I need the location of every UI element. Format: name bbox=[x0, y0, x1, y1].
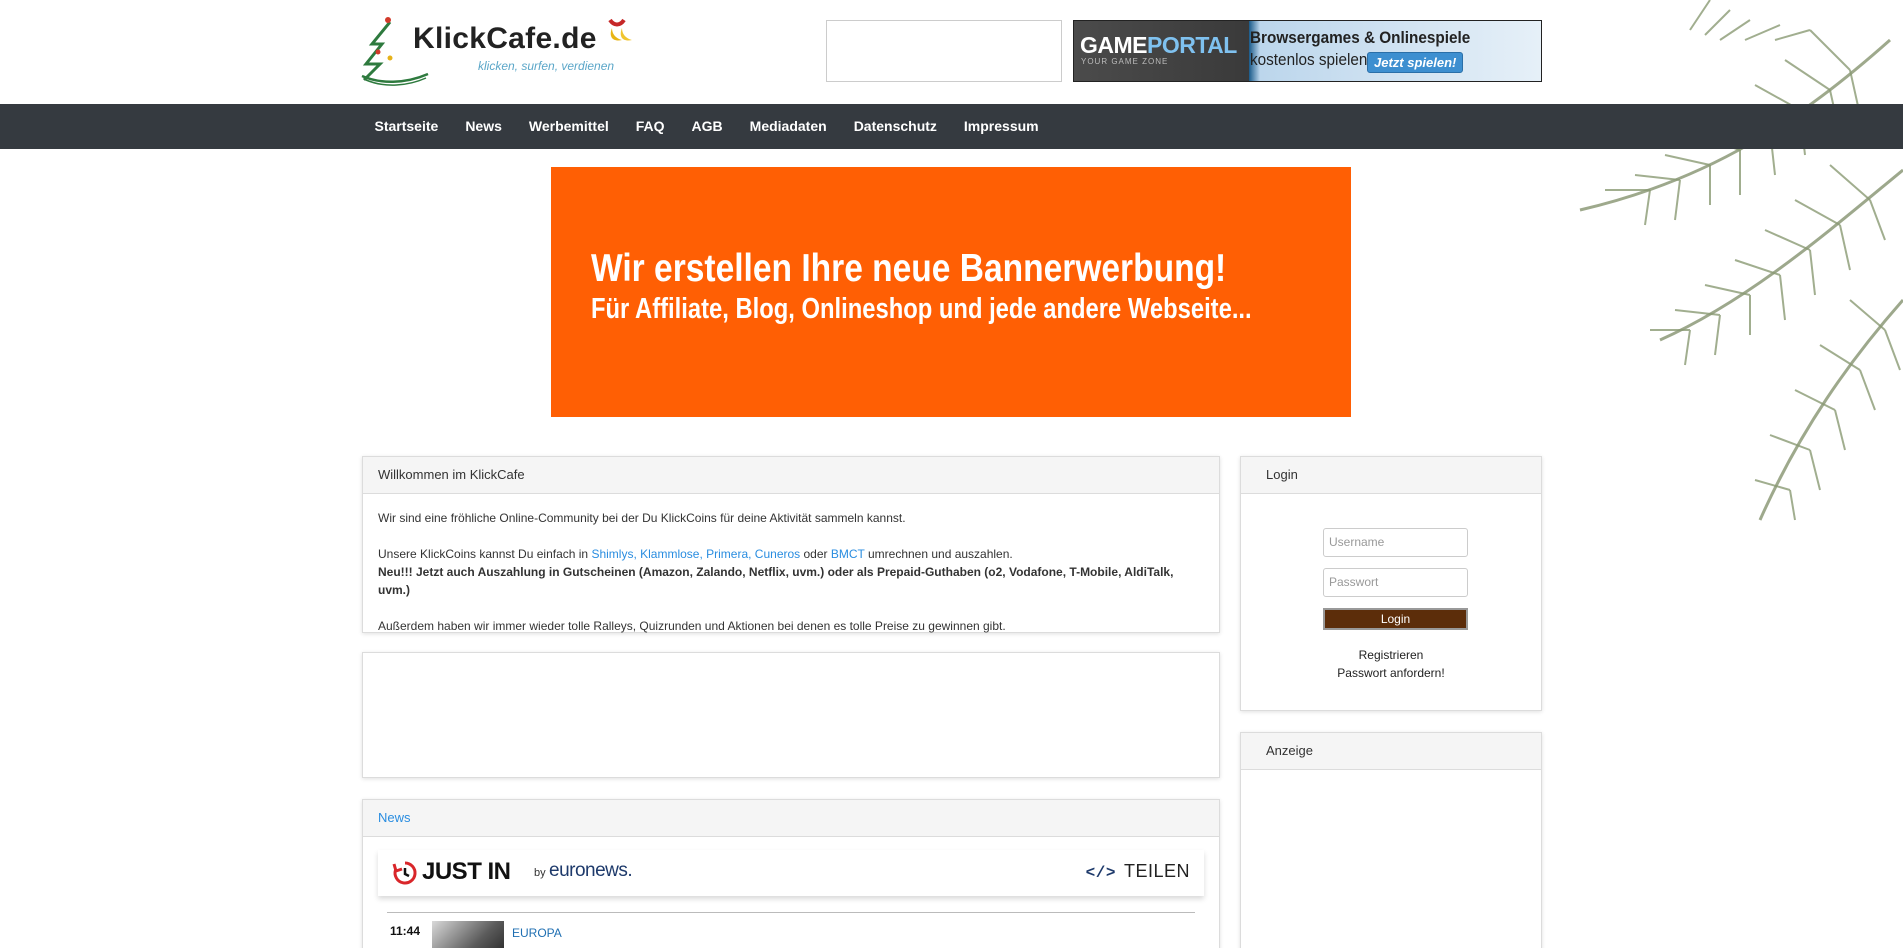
gameportal-ad-banner[interactable]: GAMEPORTAL YOUR GAME ZONE Browsergames &… bbox=[1073, 20, 1542, 82]
embed-code-icon: </> bbox=[1085, 864, 1116, 882]
news-panel: News JUST IN by euronews. </> TEILEN 11:4… bbox=[362, 799, 1220, 948]
nav-datenschutz[interactable]: Datenschutz bbox=[840, 104, 950, 149]
main-navbar: Startseite News Werbemittel FAQ AGB Medi… bbox=[0, 104, 1903, 149]
nav-startseite[interactable]: Startseite bbox=[361, 104, 452, 149]
welcome-payout-text: Unsere KlickCoins kannst Du einfach in S… bbox=[378, 547, 1013, 561]
gameportal-subline: kostenlos spielen! bbox=[1250, 50, 1372, 69]
nav-werbemittel[interactable]: Werbemittel bbox=[515, 104, 622, 149]
welcome-intro-text: Wir sind eine fröhliche Online-Community… bbox=[378, 511, 906, 525]
news-list-item[interactable]: 11:44 EUROPA bbox=[390, 921, 1190, 948]
gameportal-brand: GAMEPORTAL bbox=[1080, 32, 1237, 58]
news-item-thumbnail[interactable] bbox=[432, 921, 504, 948]
hero-headline: Wir erstellen Ihre neue Bannerwerbung! bbox=[591, 247, 1227, 290]
bmct-link[interactable]: BMCT bbox=[831, 547, 865, 561]
login-button[interactable]: Login bbox=[1323, 608, 1468, 630]
forgot-password-link[interactable]: Passwort anfordern! bbox=[1241, 666, 1541, 680]
ad-slot-small[interactable] bbox=[826, 20, 1062, 82]
news-panel-title: News bbox=[363, 800, 1219, 837]
payout-partners-link[interactable]: Shimlys, Klammlose, Primera, Cuneros bbox=[591, 547, 800, 561]
nav-mediadaten[interactable]: Mediadaten bbox=[736, 104, 840, 149]
site-logo[interactable]: KlickCafe.de klicken, surfen, verdienen bbox=[360, 14, 640, 86]
gameportal-tagline: YOUR GAME ZONE bbox=[1081, 57, 1169, 66]
by-label: by bbox=[534, 867, 546, 879]
gameportal-headline: Browsergames & Onlinespiele bbox=[1250, 28, 1471, 47]
news-item-time: 11:44 bbox=[390, 924, 421, 938]
welcome-panel-title: Willkommen im KlickCafe bbox=[363, 457, 1219, 494]
welcome-new-feature-text: Neu!!! Jetzt auch Auszahlung in Gutschei… bbox=[378, 565, 1174, 597]
hero-ad-banner[interactable]: Wir erstellen Ihre neue Bannerwerbung! F… bbox=[551, 167, 1351, 417]
logo-slogan: klicken, surfen, verdienen bbox=[478, 59, 615, 73]
news-title-link[interactable]: News bbox=[378, 810, 411, 825]
news-item-category[interactable]: EUROPA bbox=[512, 926, 562, 940]
bells-icon bbox=[608, 18, 632, 41]
news-divider bbox=[387, 912, 1195, 913]
nav-news[interactable]: News bbox=[452, 104, 516, 149]
site-header: KlickCafe.de klicken, surfen, verdienen … bbox=[0, 0, 1903, 104]
logo-wordmark: KlickCafe.de bbox=[413, 22, 597, 55]
nav-faq[interactable]: FAQ bbox=[622, 104, 678, 149]
password-input[interactable]: Passwort bbox=[1323, 568, 1468, 597]
just-in-label: JUST IN bbox=[422, 858, 511, 885]
register-link[interactable]: Registrieren bbox=[1241, 648, 1541, 662]
ad-sidebar-panel: Anzeige bbox=[1240, 732, 1542, 948]
euronews-widget-header: JUST IN by euronews. </> TEILEN bbox=[378, 850, 1204, 896]
login-panel-title: Login bbox=[1241, 457, 1541, 494]
nav-impressum[interactable]: Impressum bbox=[950, 104, 1052, 149]
ad-sidebar-title: Anzeige bbox=[1241, 733, 1541, 770]
welcome-rallies-text: Außerdem haben wir immer wieder tolle Ra… bbox=[378, 619, 1006, 633]
clock-refresh-icon bbox=[392, 861, 417, 885]
login-panel: Login Username Passwort Login Registrier… bbox=[1240, 456, 1542, 711]
nav-agb[interactable]: AGB bbox=[678, 104, 736, 149]
welcome-panel: Willkommen im KlickCafe Wir sind eine fr… bbox=[362, 456, 1220, 633]
username-input[interactable]: Username bbox=[1323, 528, 1468, 557]
hero-subheadline: Für Affiliate, Blog, Onlineshop und jede… bbox=[591, 293, 1252, 325]
ad-slot-content[interactable] bbox=[362, 652, 1220, 778]
share-button[interactable]: </> TEILEN bbox=[1086, 861, 1190, 882]
euronews-logo: euronews. bbox=[549, 860, 633, 881]
gameportal-cta-button[interactable]: Jetzt spielen! bbox=[1367, 52, 1464, 73]
